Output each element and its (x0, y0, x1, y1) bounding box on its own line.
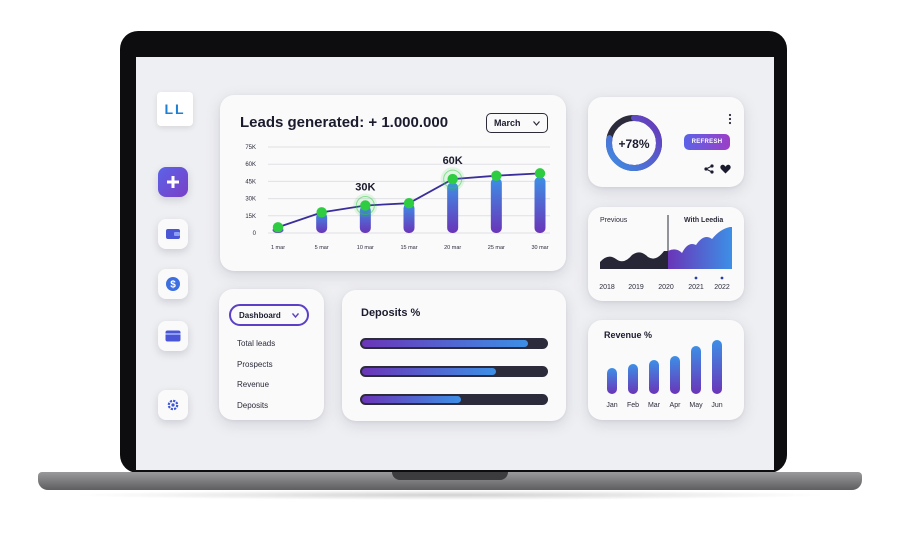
growth-value: +78% (618, 137, 650, 151)
laptop-notch (392, 472, 508, 480)
x-tick-label: 15 mar (400, 245, 417, 251)
dollar-button[interactable]: $ (158, 269, 188, 299)
revenue-bar (607, 368, 617, 394)
x-tick-label: 2019 (628, 284, 644, 291)
annotation-label: 60K (443, 155, 463, 167)
y-tick-label: 60K (245, 162, 256, 168)
settings-button[interactable] (158, 390, 188, 420)
share-icon[interactable] (704, 164, 714, 174)
y-tick-label: 45K (245, 179, 256, 185)
plus-icon (167, 176, 179, 188)
x-tick-label: 5 mar (315, 245, 329, 251)
leads-chart: 0 15K 30K 45K 60K 75K 30K 60K 1 mar 5 mar 10 mar 15… (245, 145, 550, 251)
y-tick-label: 75K (245, 145, 256, 151)
gear-icon (167, 399, 179, 411)
dashboard-dropdown[interactable]: Dashboard (229, 304, 309, 326)
x-tick-label: May (689, 402, 703, 409)
revenue-bar (691, 346, 701, 394)
revenue-bar (628, 364, 638, 394)
deposits-title: Deposits % (361, 307, 421, 319)
x-tick-label: Mar (648, 402, 661, 409)
y-tick-label: 0 (253, 231, 257, 237)
leads-point (403, 197, 415, 209)
app-logo: LL (157, 92, 193, 126)
leads-point (316, 207, 327, 218)
leads-point (447, 173, 458, 185)
revenue-bar (649, 360, 659, 394)
y-tick-label: 30K (245, 197, 256, 203)
leads-bar (534, 176, 546, 233)
x-tick-label: Jun (711, 402, 722, 409)
growth-card: +78% REFRESH (588, 97, 744, 187)
deposits-card: Deposits % (342, 290, 566, 421)
x-tick-label: 1 mar (271, 245, 285, 251)
menu-card: Dashboard Total leads Prospects Revenue … (219, 289, 324, 420)
y-tick-label: 15K (245, 214, 256, 220)
x-tick-label: 2021 (688, 284, 704, 291)
menu-item-revenue[interactable]: Revenue (237, 380, 269, 389)
wallet-button[interactable] (158, 219, 188, 249)
chevron-down-icon (292, 312, 299, 318)
menu-item-total-leads[interactable]: Total leads (237, 339, 275, 348)
x-tick-label: 2018 (599, 284, 615, 291)
svg-text:$: $ (170, 280, 176, 291)
refresh-button[interactable]: REFRESH (684, 134, 730, 150)
highlight-dot (720, 276, 724, 280)
leads-card: Leads generated: + 1.000.000 March 0 15K 3… (220, 95, 566, 271)
credit-card-icon (165, 330, 181, 342)
wallet-icon (166, 229, 180, 239)
x-tick-label: 25 mar (488, 245, 505, 251)
x-tick-label: Feb (627, 402, 639, 409)
comparison-card: Previous With Leedia 2018 2019 2020 2021 202… (588, 207, 744, 301)
menu-item-prospects[interactable]: Prospects (237, 360, 273, 369)
deposit-bar-track (360, 366, 548, 377)
more-vertical-icon[interactable] (728, 113, 732, 125)
deposit-bar-fill (362, 396, 462, 403)
dashboard-screen: LL $ Leads generated: + 1.000.000 March … (136, 57, 774, 470)
leedia-area (668, 227, 732, 269)
leads-point (272, 222, 284, 233)
revenue-card: Revenue % Jan Feb Mar Apr May Jun (588, 320, 744, 420)
deposit-bar-fill (362, 340, 528, 347)
dashboard-selected: Dashboard (239, 310, 281, 320)
revenue-chart: Jan Feb Mar Apr May Jun (606, 340, 723, 409)
x-tick-label: 2020 (658, 284, 674, 291)
revenue-bar (670, 356, 680, 394)
laptop-shadow (70, 490, 830, 500)
menu-item-deposits[interactable]: Deposits (237, 401, 268, 410)
comparison-chart: 2018 2019 2020 2021 2022 (599, 215, 732, 291)
previous-area (600, 251, 668, 269)
leads-point (360, 200, 371, 211)
dollar-icon: $ (166, 277, 180, 291)
leads-point (534, 168, 546, 179)
x-tick-label: Apr (670, 402, 682, 409)
x-tick-label: 20 mar (444, 245, 461, 251)
heart-icon[interactable] (720, 164, 731, 174)
credit-card-button[interactable] (158, 321, 188, 351)
revenue-bar (712, 340, 722, 394)
deposit-bar-fill (362, 368, 497, 375)
add-button[interactable] (158, 167, 188, 197)
leads-point (491, 170, 502, 181)
x-tick-label: 30 mar (531, 245, 548, 251)
deposit-bar-track (360, 338, 548, 349)
annotation-label: 30K (355, 181, 375, 193)
x-tick-label: 2022 (714, 284, 730, 291)
x-tick-label: 10 mar (357, 245, 374, 251)
deposit-bar-track (360, 394, 548, 405)
highlight-dot (694, 276, 698, 280)
x-tick-label: Jan (606, 402, 617, 409)
leads-bar (490, 177, 502, 233)
